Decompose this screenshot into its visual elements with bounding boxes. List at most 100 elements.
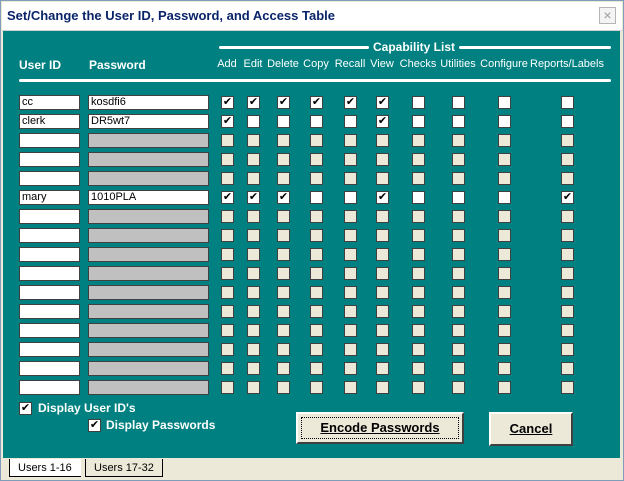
capability-checkbox-edit[interactable]: [247, 248, 260, 261]
capability-checkbox-checks[interactable]: [412, 267, 425, 280]
user-id-field[interactable]: cc: [19, 95, 80, 110]
user-id-field[interactable]: [19, 152, 80, 167]
capability-checkbox-edit[interactable]: [247, 172, 260, 185]
capability-checkbox-recall[interactable]: [344, 153, 357, 166]
capability-checkbox-recall[interactable]: [344, 248, 357, 261]
capability-checkbox-view[interactable]: [376, 267, 389, 280]
password-field[interactable]: [88, 171, 209, 186]
capability-checkbox-utilities[interactable]: [452, 248, 465, 261]
capability-checkbox-delete[interactable]: [277, 210, 290, 223]
capability-checkbox-view[interactable]: ✔: [376, 191, 389, 204]
capability-checkbox-add[interactable]: [221, 210, 234, 223]
capability-checkbox-checks[interactable]: [412, 115, 425, 128]
capability-checkbox-recall[interactable]: [344, 229, 357, 242]
password-field[interactable]: 1010PLA: [88, 190, 209, 205]
capability-checkbox-edit[interactable]: [247, 210, 260, 223]
password-field[interactable]: [88, 304, 209, 319]
capability-checkbox-configure[interactable]: [498, 229, 511, 242]
capability-checkbox-configure[interactable]: [498, 115, 511, 128]
capability-checkbox-view[interactable]: ✔: [376, 96, 389, 109]
capability-checkbox-checks[interactable]: [412, 191, 425, 204]
capability-checkbox-utilities[interactable]: [452, 362, 465, 375]
display-user-ids-checkbox[interactable]: ✔: [19, 402, 32, 415]
capability-checkbox-recall[interactable]: [344, 343, 357, 356]
capability-checkbox-copy[interactable]: [310, 172, 323, 185]
capability-checkbox-edit[interactable]: [247, 305, 260, 318]
capability-checkbox-recall[interactable]: [344, 381, 357, 394]
capability-checkbox-add[interactable]: ✔: [221, 115, 234, 128]
password-field[interactable]: [88, 152, 209, 167]
capability-checkbox-reports-labels[interactable]: [561, 305, 574, 318]
capability-checkbox-recall[interactable]: [344, 324, 357, 337]
capability-checkbox-checks[interactable]: [412, 286, 425, 299]
capability-checkbox-edit[interactable]: [247, 362, 260, 375]
user-id-field[interactable]: [19, 209, 80, 224]
user-id-field[interactable]: [19, 323, 80, 338]
capability-checkbox-copy[interactable]: [310, 248, 323, 261]
capability-checkbox-checks[interactable]: [412, 153, 425, 166]
capability-checkbox-view[interactable]: ✔: [376, 115, 389, 128]
capability-checkbox-add[interactable]: [221, 324, 234, 337]
capability-checkbox-configure[interactable]: [498, 191, 511, 204]
capability-checkbox-view[interactable]: [376, 343, 389, 356]
capability-checkbox-checks[interactable]: [412, 362, 425, 375]
capability-checkbox-configure[interactable]: [498, 96, 511, 109]
capability-checkbox-edit[interactable]: [247, 134, 260, 147]
capability-checkbox-recall[interactable]: [344, 305, 357, 318]
capability-checkbox-utilities[interactable]: [452, 153, 465, 166]
capability-checkbox-recall[interactable]: [344, 134, 357, 147]
capability-checkbox-copy[interactable]: [310, 267, 323, 280]
capability-checkbox-copy[interactable]: ✔: [310, 96, 323, 109]
capability-checkbox-configure[interactable]: [498, 248, 511, 261]
tab-users-1-16[interactable]: Users 1-16: [9, 459, 81, 477]
password-field[interactable]: [88, 380, 209, 395]
capability-checkbox-reports-labels[interactable]: ✔: [561, 191, 574, 204]
password-field[interactable]: [88, 285, 209, 300]
user-id-field[interactable]: mary: [19, 190, 80, 205]
capability-checkbox-copy[interactable]: [310, 153, 323, 166]
capability-checkbox-utilities[interactable]: [452, 381, 465, 394]
capability-checkbox-recall[interactable]: [344, 210, 357, 223]
capability-checkbox-configure[interactable]: [498, 324, 511, 337]
user-id-field[interactable]: [19, 228, 80, 243]
capability-checkbox-reports-labels[interactable]: [561, 115, 574, 128]
capability-checkbox-recall[interactable]: [344, 191, 357, 204]
capability-checkbox-add[interactable]: ✔: [221, 96, 234, 109]
password-field[interactable]: [88, 228, 209, 243]
capability-checkbox-recall[interactable]: [344, 267, 357, 280]
capability-checkbox-reports-labels[interactable]: [561, 343, 574, 356]
capability-checkbox-view[interactable]: [376, 172, 389, 185]
capability-checkbox-reports-labels[interactable]: [561, 229, 574, 242]
capability-checkbox-utilities[interactable]: [452, 191, 465, 204]
capability-checkbox-add[interactable]: [221, 229, 234, 242]
password-field[interactable]: [88, 209, 209, 224]
capability-checkbox-utilities[interactable]: [452, 229, 465, 242]
user-id-field[interactable]: clerk: [19, 114, 80, 129]
capability-checkbox-utilities[interactable]: [452, 324, 465, 337]
capability-checkbox-add[interactable]: [221, 343, 234, 356]
capability-checkbox-reports-labels[interactable]: [561, 267, 574, 280]
capability-checkbox-edit[interactable]: [247, 381, 260, 394]
capability-checkbox-configure[interactable]: [498, 305, 511, 318]
capability-checkbox-delete[interactable]: ✔: [277, 96, 290, 109]
capability-checkbox-utilities[interactable]: [452, 115, 465, 128]
capability-checkbox-configure[interactable]: [498, 362, 511, 375]
capability-checkbox-add[interactable]: [221, 305, 234, 318]
capability-checkbox-configure[interactable]: [498, 286, 511, 299]
capability-checkbox-edit[interactable]: [247, 115, 260, 128]
capability-checkbox-add[interactable]: [221, 153, 234, 166]
capability-checkbox-add[interactable]: [221, 248, 234, 261]
capability-checkbox-reports-labels[interactable]: [561, 381, 574, 394]
user-id-field[interactable]: [19, 133, 80, 148]
capability-checkbox-recall[interactable]: [344, 362, 357, 375]
capability-checkbox-delete[interactable]: [277, 115, 290, 128]
user-id-field[interactable]: [19, 380, 80, 395]
capability-checkbox-delete[interactable]: [277, 305, 290, 318]
capability-checkbox-copy[interactable]: [310, 191, 323, 204]
capability-checkbox-delete[interactable]: [277, 248, 290, 261]
capability-checkbox-utilities[interactable]: [452, 286, 465, 299]
capability-checkbox-view[interactable]: [376, 324, 389, 337]
password-field[interactable]: [88, 323, 209, 338]
capability-checkbox-utilities[interactable]: [452, 134, 465, 147]
capability-checkbox-delete[interactable]: ✔: [277, 191, 290, 204]
